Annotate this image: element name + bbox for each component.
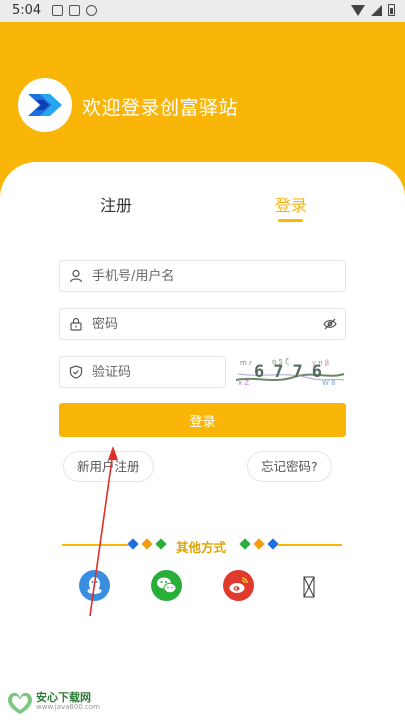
tab-login[interactable]: 登录 (275, 192, 307, 216)
status-time: 5:04 (12, 3, 42, 18)
qq-login-button[interactable] (79, 570, 110, 601)
status-icons (351, 4, 395, 16)
captcha-digits: 6776 (254, 362, 331, 382)
notification-icon (52, 5, 63, 16)
wifi-icon (351, 4, 365, 16)
svg-text:m r: m r (240, 359, 252, 367)
broken-image-button[interactable] (303, 576, 315, 598)
status-bar: 5:04 (0, 0, 405, 22)
forgot-password-button[interactable]: 忘记密码? (247, 451, 332, 482)
login-button[interactable]: 登录 (59, 403, 346, 437)
app-logo (18, 78, 72, 132)
weibo-icon (229, 577, 248, 593)
watermark-url: www.java800.com (36, 703, 100, 711)
user-icon (69, 269, 83, 283)
divider-line-left (62, 544, 128, 546)
notification-icon (69, 5, 80, 16)
password-field[interactable] (59, 308, 346, 340)
broken-image-icon (303, 576, 315, 598)
notification-icon (86, 5, 97, 16)
captcha-image[interactable]: m r o 5 ζ y π β x Z W 8 6776 (234, 356, 346, 388)
other-methods-label: 其他方式 (176, 540, 227, 555)
wechat-icon (157, 577, 177, 594)
page-title: 欢迎登录创富驿站 (82, 97, 239, 119)
username-field[interactable] (59, 260, 346, 292)
wechat-login-button[interactable] (151, 570, 182, 601)
tab-active-indicator (278, 219, 303, 222)
new-user-register-button[interactable]: 新用户注册 (63, 451, 154, 482)
username-input[interactable] (92, 261, 332, 291)
password-input[interactable] (92, 309, 307, 339)
tab-register[interactable]: 注册 (100, 192, 132, 216)
captcha-field[interactable] (59, 356, 226, 388)
eye-hidden-icon[interactable] (323, 318, 337, 330)
login-card (0, 162, 405, 722)
weibo-login-button[interactable] (223, 570, 254, 601)
divider-line-right (278, 544, 342, 546)
captcha-input[interactable] (92, 357, 217, 387)
logo-icon (28, 94, 62, 116)
signal-icon (371, 4, 382, 16)
lock-icon (70, 317, 82, 331)
battery-icon (388, 4, 395, 16)
shield-icon (69, 365, 83, 379)
qq-icon (87, 577, 102, 594)
